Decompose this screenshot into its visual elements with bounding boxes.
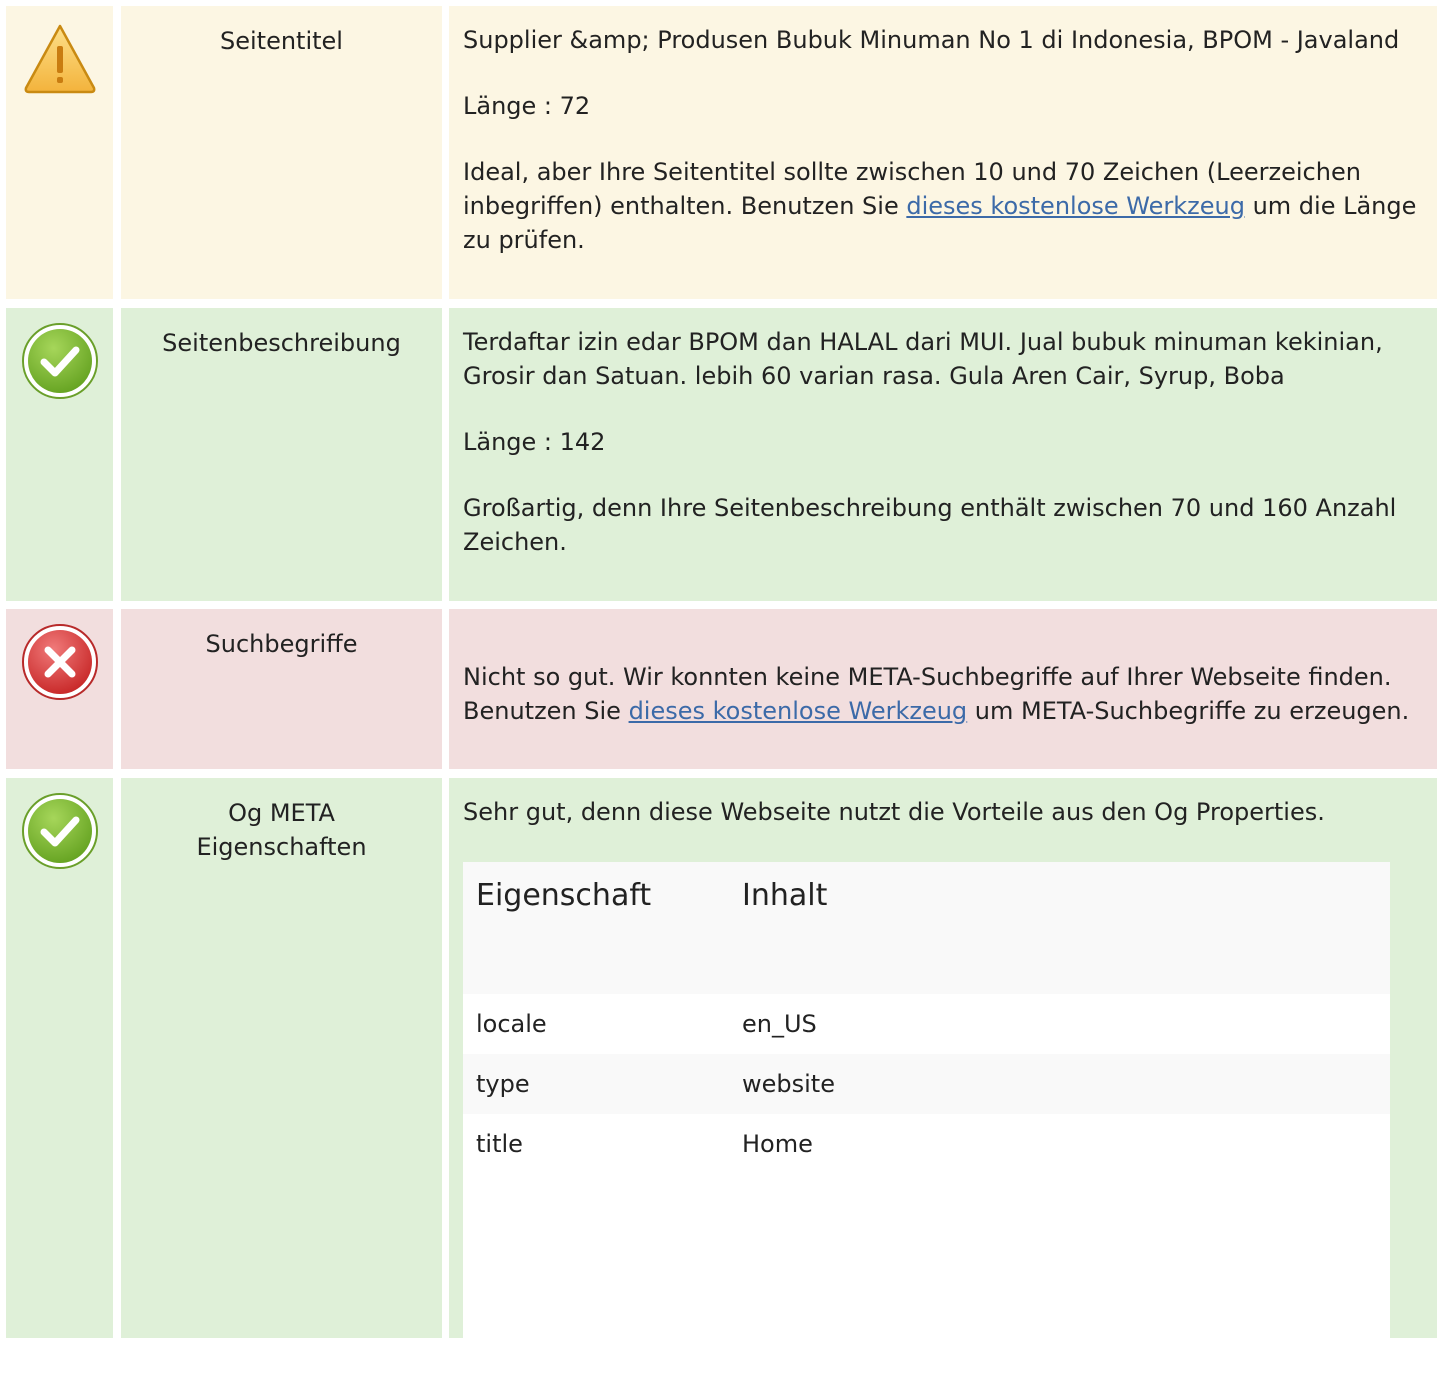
check-icon <box>22 323 98 399</box>
table-row: type website <box>463 1054 1390 1114</box>
row-content-cell: Terdaftar izin edar BPOM dan HALAL dari … <box>449 308 1437 601</box>
og-property-cell: type <box>476 1070 530 1098</box>
free-tool-link[interactable]: dieses kostenlose Werkzeug <box>629 697 968 725</box>
row-label-cell: Suchbegriffe <box>121 609 442 769</box>
row-label-cell: Seitenbeschreibung <box>121 308 442 601</box>
check-icon <box>22 793 98 869</box>
page-description-value: Terdaftar izin edar BPOM dan HALAL dari … <box>463 328 1383 390</box>
table-row: locale en_US <box>463 994 1390 1054</box>
page-description-length: Länge : 142 <box>463 428 606 456</box>
table-header-row: Eigenschaft Inhalt <box>463 862 1390 994</box>
status-cell <box>6 778 113 1338</box>
row-label: Suchbegriffe <box>205 630 358 658</box>
row-label-cell: Og META Eigenschaften <box>121 778 442 1338</box>
page-description-message: Großartig, denn Ihre Seitenbeschreibung … <box>463 494 1397 556</box>
og-content-cell: Home <box>742 1130 813 1158</box>
og-content-cell: website <box>742 1070 835 1098</box>
status-cell <box>6 308 113 601</box>
table-header-content: Inhalt <box>742 878 828 913</box>
row-label: Seitenbeschreibung <box>162 329 401 357</box>
table-row: title Home <box>463 1114 1390 1174</box>
row-content-cell: Sehr gut, denn diese Webseite nutzt die … <box>449 778 1437 1374</box>
free-tool-link[interactable]: dieses kostenlose Werkzeug <box>906 192 1245 220</box>
status-cell <box>6 609 113 769</box>
table-header-property: Eigenschaft <box>476 878 652 913</box>
keywords-message: Nicht so gut. Wir konnten keine META-Suc… <box>463 660 1417 728</box>
og-message: Sehr gut, denn diese Webseite nutzt die … <box>463 798 1325 826</box>
seo-row-page-description: Seitenbeschreibung Terdaftar izin edar B… <box>6 308 1437 601</box>
og-content-cell: en_US <box>742 1010 817 1038</box>
row-label: Seitentitel <box>220 27 343 55</box>
row-label-cell: Seitentitel <box>121 6 442 299</box>
seo-row-page-title: Seitentitel Supplier &amp; Produsen Bubu… <box>6 6 1437 299</box>
og-properties-table: Eigenschaft Inhalt locale en_US type web… <box>463 862 1390 1374</box>
seo-row-og-properties: Og META Eigenschaften Sehr gut, denn die… <box>6 778 1437 1374</box>
row-label: Og META Eigenschaften <box>196 799 367 861</box>
error-icon <box>22 624 98 700</box>
og-property-cell: title <box>476 1130 523 1158</box>
seo-row-keywords: Suchbegriffe Nicht so gut. Wir konnten k… <box>6 609 1437 769</box>
table-filler-row <box>463 1174 1390 1374</box>
page-title-length: Länge : 72 <box>463 92 591 120</box>
status-cell <box>6 6 113 299</box>
message-text: um META-Suchbegriffe zu erzeugen. <box>967 697 1410 725</box>
og-property-cell: locale <box>476 1010 547 1038</box>
page-title-message: Ideal, aber Ihre Seitentitel sollte zwis… <box>463 155 1417 257</box>
row-content-cell: Nicht so gut. Wir konnten keine META-Suc… <box>449 609 1437 769</box>
row-content-cell: Supplier &amp; Produsen Bubuk Minuman No… <box>449 6 1437 299</box>
warning-icon <box>24 24 96 94</box>
page-title-value: Supplier &amp; Produsen Bubuk Minuman No… <box>463 26 1400 54</box>
